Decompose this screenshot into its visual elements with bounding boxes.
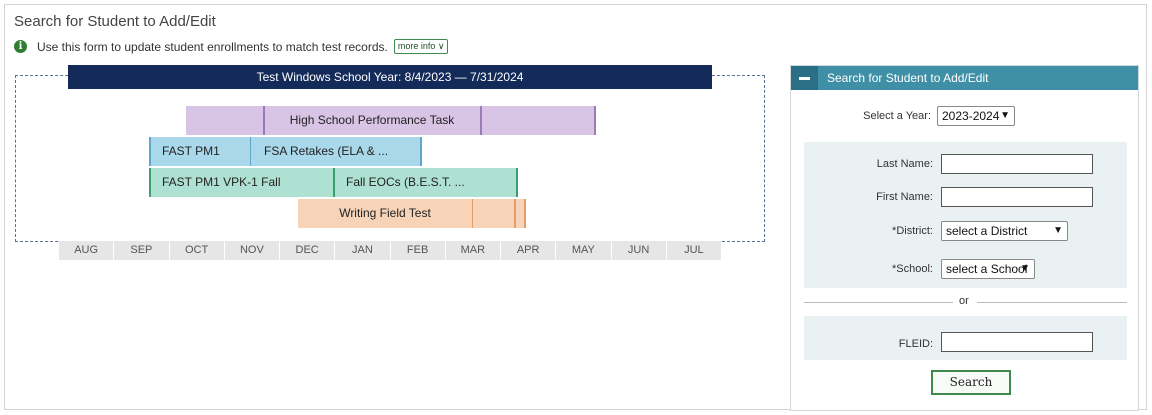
school-select-value: select a School: [946, 262, 1028, 276]
month-label: APR: [501, 241, 557, 260]
test-window-bar[interactable]: High School Performance Task: [186, 106, 596, 135]
month-label: MAR: [446, 241, 501, 260]
more-info-button[interactable]: more info ∨: [393, 39, 449, 54]
search-panel: Search for Student to Add/Edit Select a …: [790, 65, 1139, 411]
bar-label: FAST PM1 VPK-1 Fall: [162, 175, 281, 189]
chevron-down-icon: ▼: [1053, 225, 1063, 236]
year-select[interactable]: 2023-2024 ▼: [937, 106, 1015, 126]
info-icon: i: [14, 40, 27, 53]
search-panel-title: Search for Student to Add/Edit: [827, 71, 989, 85]
or-label: or: [959, 295, 969, 307]
collapse-icon[interactable]: [791, 66, 818, 90]
test-window-bar[interactable]: FAST PM1: [149, 137, 252, 166]
timeline-header: Test Windows School Year: 8/4/2023 — 7/3…: [68, 65, 712, 89]
first-name-label: First Name:: [876, 191, 933, 203]
month-label: MAY: [556, 241, 612, 260]
fleid-label: FLEID:: [898, 338, 933, 350]
info-row: i Use this form to update student enroll…: [14, 39, 449, 54]
month-label: NOV: [225, 241, 280, 260]
last-name-label: Last Name:: [876, 158, 933, 170]
test-window-bar[interactable]: FSA Retakes (ELA & ...: [251, 137, 422, 166]
or-divider: or: [804, 295, 1127, 309]
district-select-value: select a District: [946, 224, 1028, 238]
school-label: *School:: [892, 263, 933, 275]
search-panel-header: Search for Student to Add/Edit: [791, 66, 1138, 90]
month-label: DEC: [280, 241, 336, 260]
bar-label: Writing Field Test: [339, 206, 431, 220]
test-window-bar[interactable]: Writing Field Test: [298, 199, 526, 228]
bar-label: FSA Retakes (ELA & ...: [264, 144, 389, 158]
last-name-input[interactable]: [941, 154, 1093, 174]
test-window-bar[interactable]: FAST PM1 VPK-1 Fall: [149, 168, 335, 197]
month-label: JAN: [335, 241, 391, 260]
month-label: OCT: [170, 241, 225, 260]
bar-label: High School Performance Task: [289, 113, 455, 127]
bar-label: Fall EOCs (B.E.S.T. ...: [346, 175, 465, 189]
month-axis: AUG SEP OCT NOV DEC JAN FEB MAR APR MAY …: [59, 241, 721, 260]
district-select[interactable]: select a District ▼: [941, 221, 1068, 241]
info-text: Use this form to update student enrollme…: [37, 39, 388, 54]
test-window-bar[interactable]: Fall EOCs (B.E.S.T. ...: [333, 168, 518, 197]
month-label: SEP: [114, 241, 170, 260]
month-label: AUG: [59, 241, 115, 260]
year-select-value: 2023-2024: [942, 109, 1000, 123]
chevron-down-icon: ▼: [1000, 110, 1010, 121]
search-button[interactable]: Search: [931, 370, 1011, 395]
month-label: FEB: [391, 241, 446, 260]
month-label: JUN: [612, 241, 667, 260]
chevron-down-icon: ▼: [1020, 263, 1030, 274]
first-name-input[interactable]: [941, 187, 1093, 207]
fleid-input[interactable]: [941, 332, 1093, 352]
page-title: Search for Student to Add/Edit: [14, 13, 216, 30]
bar-label: FAST PM1: [162, 144, 220, 158]
school-select[interactable]: select a School ▼: [941, 259, 1035, 279]
district-label: *District:: [892, 225, 933, 237]
year-label: Select a Year:: [863, 110, 931, 122]
month-label: JUL: [684, 244, 704, 256]
